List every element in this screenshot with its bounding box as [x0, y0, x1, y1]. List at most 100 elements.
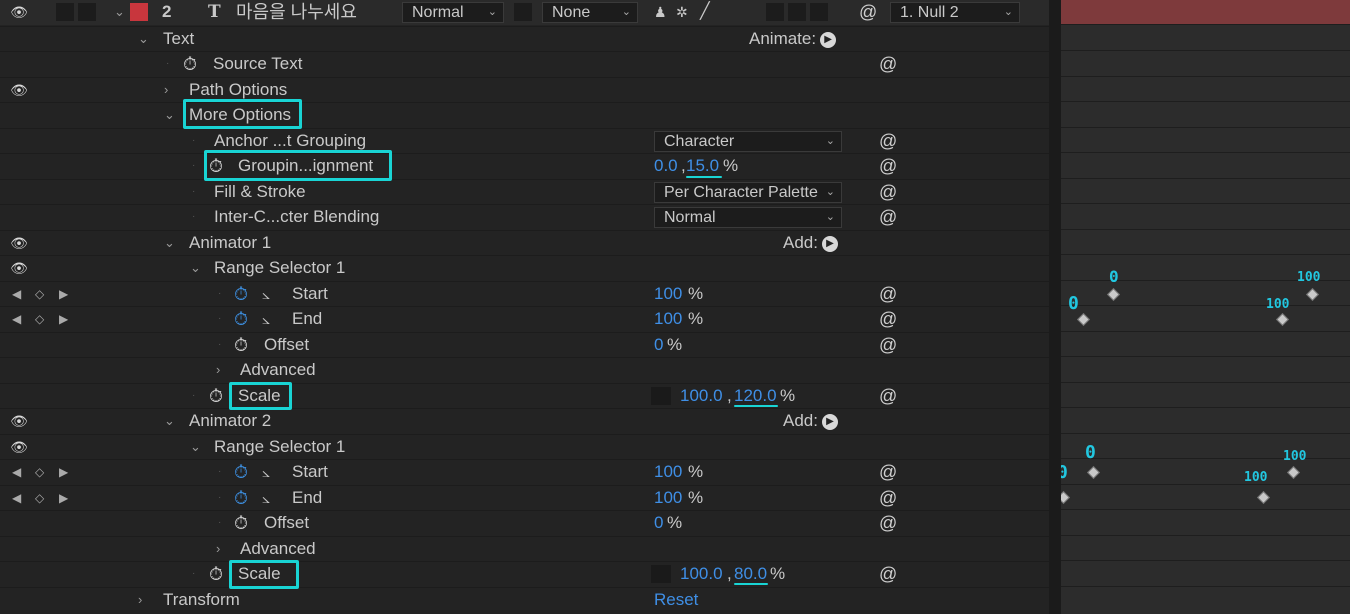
- expression-pick-whip-icon[interactable]: @: [879, 460, 897, 484]
- layer-collapse-chevron-icon[interactable]: ⌄: [114, 0, 125, 24]
- visibility-eye-icon[interactable]: 👁: [8, 231, 30, 255]
- stopwatch-icon[interactable]: ⏱: [209, 562, 223, 586]
- solo-toggle[interactable]: [78, 3, 96, 21]
- more-options-row[interactable]: ⌄ More Options: [0, 102, 1049, 127]
- a1-advanced-row[interactable]: › Advanced: [0, 357, 1049, 382]
- grouping-alignment-y-value[interactable]: 15.0: [686, 154, 719, 178]
- stopwatch-icon[interactable]: ⏱: [183, 52, 197, 76]
- chevron-down-icon[interactable]: ⌄: [138, 27, 149, 51]
- stopwatch-icon[interactable]: ⏱: [234, 282, 248, 306]
- add-keyframe-icon[interactable]: ◇: [35, 486, 44, 510]
- fill-stroke-dropdown[interactable]: Per Character Palette ⌄: [654, 182, 842, 203]
- label-color-swatch[interactable]: [130, 3, 148, 21]
- path-options-row[interactable]: 👁 › Path Options: [0, 77, 1049, 102]
- a1-scale-x-value[interactable]: 100.0: [680, 384, 723, 408]
- graph-icon[interactable]: ⦣: [262, 486, 270, 510]
- chevron-down-icon[interactable]: ⌄: [164, 231, 175, 255]
- animator2-row[interactable]: 👁 ⌄ Animator 2 Add: ▶: [0, 408, 1049, 433]
- chevron-down-icon[interactable]: ⌄: [164, 103, 175, 127]
- expression-pick-whip-icon[interactable]: @: [879, 562, 897, 586]
- expression-pick-whip-icon[interactable]: @: [879, 129, 897, 153]
- visibility-eye-icon[interactable]: 👁: [8, 78, 30, 102]
- prev-keyframe-icon[interactable]: ◀: [12, 460, 21, 484]
- chevron-right-icon[interactable]: ›: [164, 78, 168, 102]
- a2-end-value[interactable]: 100: [654, 486, 682, 510]
- expression-pick-whip-icon[interactable]: @: [879, 154, 897, 178]
- a2-start-value[interactable]: 100: [654, 460, 682, 484]
- next-keyframe-icon[interactable]: ▶: [59, 486, 68, 510]
- expression-pick-whip-icon[interactable]: @: [879, 282, 897, 306]
- keyframe[interactable]: [1061, 491, 1070, 504]
- keyframe[interactable]: [1107, 288, 1120, 301]
- a2-range-selector-row[interactable]: 👁 ⌄ Range Selector 1: [0, 434, 1049, 459]
- keyframe[interactable]: [1087, 466, 1100, 479]
- stopwatch-icon[interactable]: ⏱: [209, 384, 223, 408]
- keyframe[interactable]: [1077, 313, 1090, 326]
- layer-name[interactable]: 마음을 나누세요: [236, 0, 357, 24]
- stopwatch-icon[interactable]: ⏱: [234, 460, 248, 484]
- expression-pick-whip-icon[interactable]: @: [879, 307, 897, 331]
- graph-icon[interactable]: ⦣: [262, 282, 270, 306]
- visibility-eye-icon[interactable]: 👁: [8, 0, 30, 24]
- reset-link[interactable]: Reset: [654, 588, 698, 612]
- inter-char-blending-dropdown[interactable]: Normal ⌄: [654, 207, 842, 228]
- expression-pick-whip-icon[interactable]: @: [879, 180, 897, 204]
- motion-blur-toggle[interactable]: [788, 3, 806, 21]
- expression-pick-whip-icon[interactable]: @: [879, 333, 897, 357]
- a1-range-selector-row[interactable]: 👁 ⌄ Range Selector 1: [0, 255, 1049, 280]
- prev-keyframe-icon[interactable]: ◀: [12, 307, 21, 331]
- a2-scale-x-value[interactable]: 100.0: [680, 562, 723, 586]
- add-menu[interactable]: Add: ▶: [783, 409, 838, 433]
- visibility-eye-icon[interactable]: 👁: [8, 256, 30, 280]
- keyframe[interactable]: [1306, 288, 1319, 301]
- a1-offset-value[interactable]: 0: [654, 333, 663, 357]
- play-icon[interactable]: ▶: [820, 31, 837, 48]
- chevron-right-icon[interactable]: ›: [216, 358, 220, 382]
- audio-toggle[interactable]: [56, 3, 74, 21]
- anchor-grouping-dropdown[interactable]: Character ⌄: [654, 131, 842, 152]
- effects-toggle[interactable]: [766, 3, 784, 21]
- graph-icon[interactable]: ⦣: [262, 307, 270, 331]
- animate-menu[interactable]: Animate: ▶: [749, 27, 837, 51]
- chevron-down-icon[interactable]: ⌄: [190, 256, 201, 280]
- expression-pick-whip-icon[interactable]: @: [879, 486, 897, 510]
- blend-mode-dropdown[interactable]: Normal ⌄: [402, 2, 504, 23]
- play-icon[interactable]: ▶: [821, 413, 838, 430]
- a1-start-value[interactable]: 100: [654, 282, 682, 306]
- preserve-transparency-toggle[interactable]: [514, 3, 532, 21]
- play-icon[interactable]: ▶: [821, 235, 838, 252]
- chevron-down-icon[interactable]: ⌄: [164, 409, 175, 433]
- pick-whip-icon[interactable]: @: [859, 0, 877, 24]
- stopwatch-icon[interactable]: ⏱: [234, 486, 248, 510]
- layer-duration-bar[interactable]: [1061, 0, 1350, 25]
- expression-pick-whip-icon[interactable]: @: [879, 52, 897, 76]
- visibility-eye-icon[interactable]: 👁: [8, 435, 30, 459]
- visibility-eye-icon[interactable]: 👁: [8, 409, 30, 433]
- animator1-row[interactable]: 👁 ⌄ Animator 1 Add: ▶: [0, 230, 1049, 255]
- expression-pick-whip-icon[interactable]: @: [879, 205, 897, 229]
- collapse-transform-icon[interactable]: ✲: [676, 0, 688, 24]
- a1-end-value[interactable]: 100: [654, 307, 682, 331]
- panel-divider[interactable]: [1049, 0, 1061, 614]
- parent-dropdown[interactable]: 1. Null 2 ⌄: [890, 2, 1020, 23]
- keyframe[interactable]: [1257, 491, 1270, 504]
- a2-offset-value[interactable]: 0: [654, 511, 663, 535]
- track-matte-dropdown[interactable]: None ⌄: [542, 2, 638, 23]
- timeline-panel[interactable]: 0 100 0 100 0 100 0 100: [1061, 0, 1350, 614]
- graph-icon[interactable]: ⦣: [262, 460, 270, 484]
- constrain-proportions-toggle[interactable]: [651, 565, 671, 583]
- stopwatch-icon[interactable]: ⏱: [234, 333, 248, 357]
- a2-advanced-row[interactable]: › Advanced: [0, 536, 1049, 561]
- prev-keyframe-icon[interactable]: ◀: [12, 486, 21, 510]
- add-menu[interactable]: Add: ▶: [783, 231, 838, 255]
- next-keyframe-icon[interactable]: ▶: [59, 282, 68, 306]
- add-keyframe-icon[interactable]: ◇: [35, 282, 44, 306]
- grouping-alignment-x-value[interactable]: 0.0: [654, 154, 678, 178]
- expression-pick-whip-icon[interactable]: @: [879, 511, 897, 535]
- layer-header-row[interactable]: 👁 ⌄ 2 T 마음을 나누세요 Normal ⌄ None ⌄ ♟ ✲ ╱ @ 1…: [0, 0, 1049, 25]
- expression-pick-whip-icon[interactable]: @: [879, 384, 897, 408]
- adjustment-toggle[interactable]: [810, 3, 828, 21]
- next-keyframe-icon[interactable]: ▶: [59, 307, 68, 331]
- stopwatch-icon[interactable]: ⏱: [234, 511, 248, 535]
- stopwatch-icon[interactable]: ⏱: [234, 307, 248, 331]
